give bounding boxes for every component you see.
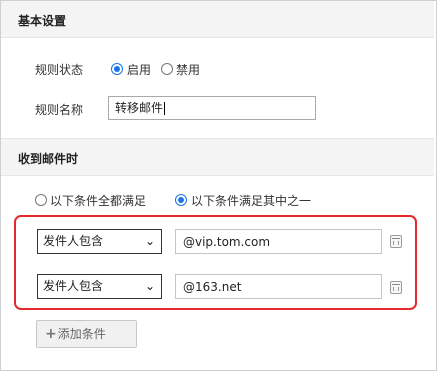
rule-name-value: 转移邮件 [115, 101, 164, 115]
match-all-label[interactable]: 以下条件全都满足 [50, 192, 146, 209]
disable-radio[interactable] [161, 63, 173, 75]
condition-1-value: @vip.tom.com [183, 235, 271, 249]
on-receive-header: 收到邮件时 [1, 138, 434, 176]
add-condition-button[interactable]: +添加条件 [36, 320, 137, 348]
basic-settings-title: 基本设置 [18, 14, 67, 28]
condition-1-field-value: 发件人包含 [43, 234, 104, 248]
plus-icon: + [45, 326, 57, 342]
condition-2-field-select[interactable]: 发件人包含 ⌄ [37, 274, 162, 299]
trash-icon[interactable] [390, 281, 402, 294]
condition-2-value: @163.net [183, 280, 242, 294]
condition-1-field-select[interactable]: 发件人包含 ⌄ [37, 229, 162, 254]
enable-label[interactable]: 启用 [127, 61, 151, 78]
rule-settings-panel [0, 0, 437, 371]
rule-name-label: 规则名称 [35, 103, 84, 117]
add-condition-label: 添加条件 [57, 327, 106, 341]
chevron-down-icon: ⌄ [144, 279, 155, 293]
text-cursor [164, 102, 166, 115]
enable-radio[interactable] [111, 63, 123, 75]
on-receive-title: 收到邮件时 [18, 152, 79, 166]
match-any-radio[interactable] [175, 194, 187, 206]
trash-icon[interactable] [390, 235, 402, 248]
basic-settings-header: 基本设置 [1, 1, 434, 38]
condition-2-value-input[interactable]: @163.net [175, 274, 382, 299]
chevron-down-icon: ⌄ [144, 234, 155, 248]
rule-status-label: 规则状态 [35, 63, 84, 77]
condition-2-field-value: 发件人包含 [43, 279, 104, 293]
match-all-radio[interactable] [35, 194, 47, 206]
disable-label[interactable]: 禁用 [176, 61, 200, 78]
rule-name-input[interactable]: 转移邮件 [108, 96, 316, 120]
condition-1-value-input[interactable]: @vip.tom.com [175, 229, 382, 254]
match-any-label[interactable]: 以下条件满足其中之一 [191, 192, 311, 209]
